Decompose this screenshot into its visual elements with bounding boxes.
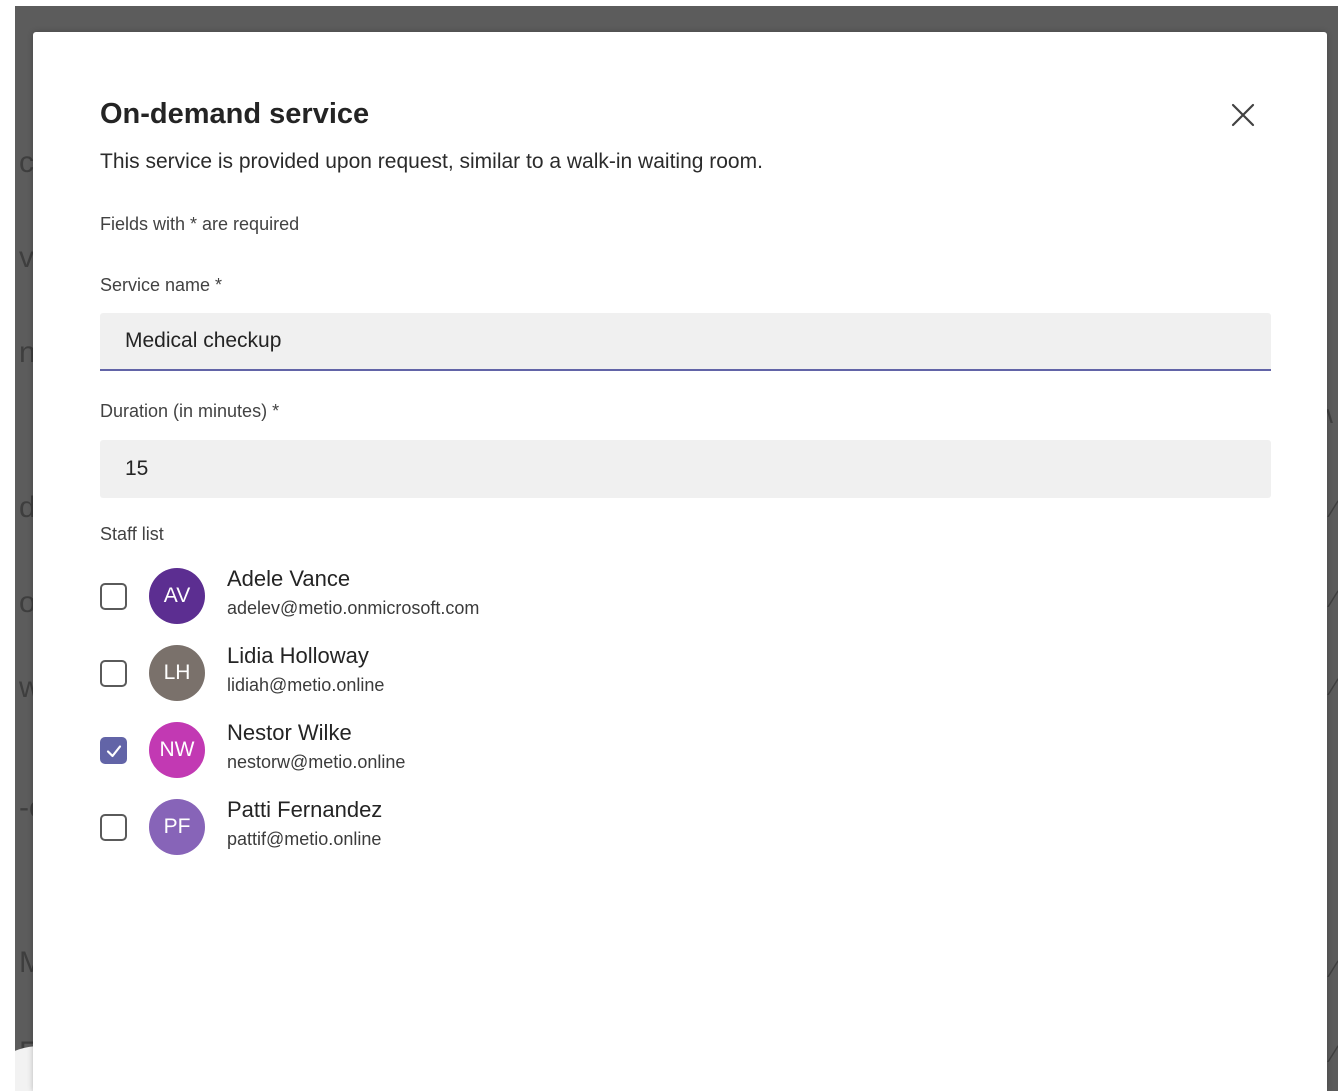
avatar: AV [149,568,205,624]
dialog-title: On-demand service [100,98,370,130]
staff-checkbox[interactable] [100,583,127,610]
background-fragment: ⁄ [1331,496,1336,523]
avatar: PF [149,799,205,855]
staff-email: nestorw@metio.online [227,752,406,772]
staff-name: Lidia Holloway [227,643,369,668]
background-fragment: ⁄ [1331,586,1336,613]
staff-name: Nestor Wilke [227,720,352,745]
staff-list-item: NW Nestor Wilke nestorw@metio.online [100,720,800,784]
staff-checkbox[interactable] [100,737,127,764]
required-fields-note: Fields with * are required [100,214,300,234]
service-name-label: Service name * [100,275,223,295]
background-fragment: ⁄ [1331,674,1336,701]
staff-name: Adele Vance [227,566,351,591]
close-icon [1231,103,1255,127]
close-button[interactable] [1226,98,1260,132]
dialog-subtitle: This service is provided upon request, s… [100,150,763,173]
duration-field[interactable] [100,440,1271,498]
avatar: LH [149,645,205,701]
staff-checkbox[interactable] [100,660,127,687]
background-fragment: ⁄ [1331,956,1336,983]
staff-list-item: PF Patti Fernandez pattif@metio.online [100,797,800,861]
staff-list-label: Staff list [100,524,164,544]
duration-label: Duration (in minutes) * [100,401,280,421]
staff-email: lidiah@metio.online [227,675,385,695]
staff-list-item: AV Adele Vance adelev@metio.onmicrosoft.… [100,566,800,630]
staff-list-item: LH Lidia Holloway lidiah@metio.online [100,643,800,707]
staff-email: adelev@metio.onmicrosoft.com [227,598,480,618]
service-name-field[interactable] [100,313,1271,371]
background-fragment: ⁄ [1331,1041,1336,1068]
checkmark-icon [106,744,121,757]
avatar: NW [149,722,205,778]
staff-checkbox[interactable] [100,814,127,841]
duration-input[interactable] [125,457,1246,481]
staff-name: Patti Fernandez [227,797,383,822]
staff-email: pattif@metio.online [227,829,382,849]
on-demand-service-dialog: On-demand service This service is provid… [33,32,1327,1091]
service-name-input[interactable] [125,329,1246,353]
